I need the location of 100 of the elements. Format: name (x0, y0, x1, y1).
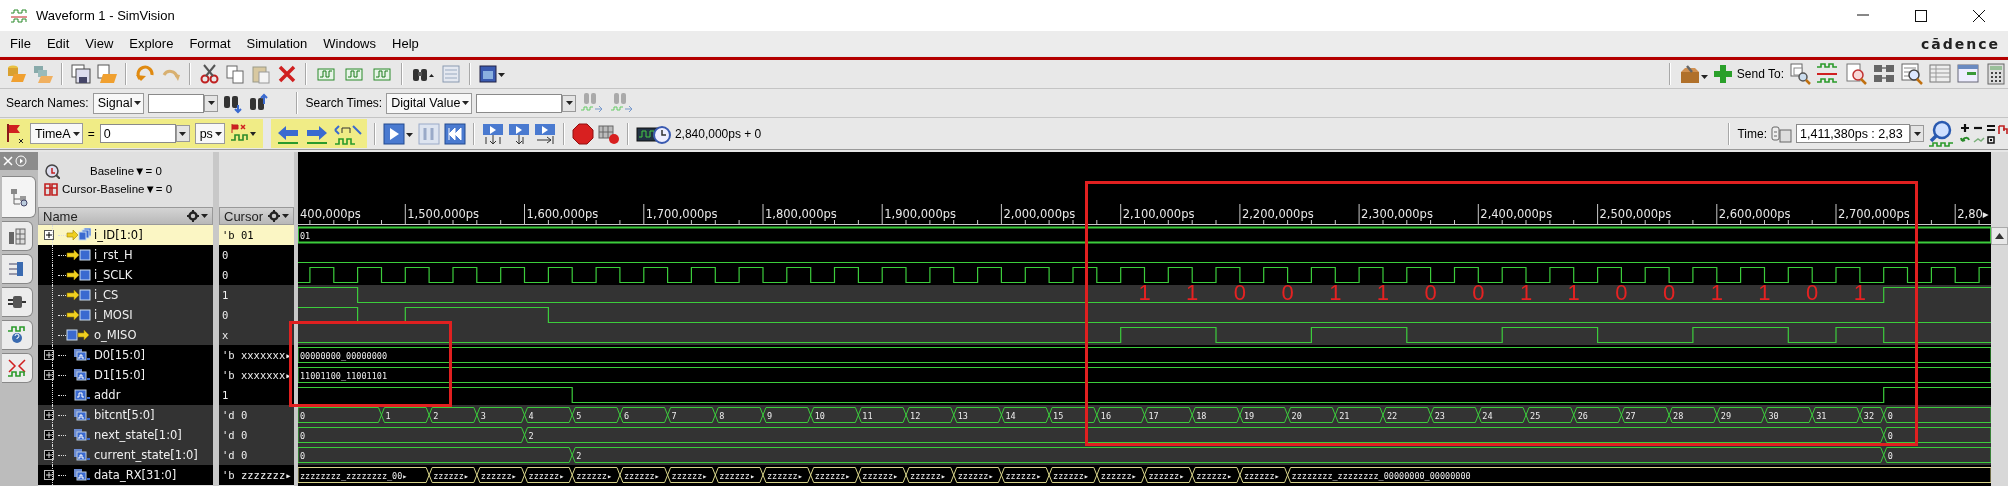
bus-value: 14 (1005, 410, 1016, 421)
menu-item[interactable]: Help (384, 36, 427, 51)
copy-icon[interactable] (224, 63, 246, 85)
gear-icon[interactable] (268, 210, 289, 222)
bus-value: zzzzzz▸ (623, 470, 660, 481)
signal-row[interactable]: current_state[1:0] (38, 445, 213, 465)
cursor-value: 'b 01 (221, 229, 254, 241)
annotation-digit: 0 (1615, 280, 1628, 306)
signal-name: D1[15:0] (94, 368, 145, 382)
menu-item[interactable]: Format (181, 36, 239, 51)
waveform-icon[interactable] (1816, 62, 1840, 86)
annotation-digit: 1 (1853, 280, 1866, 306)
signal-row[interactable]: i_SCLK (38, 265, 213, 285)
bus-value: 17 (1148, 410, 1159, 421)
caret-icon (565, 101, 573, 105)
delete-icon[interactable] (276, 63, 298, 85)
hierarchy-icon[interactable] (8, 187, 29, 207)
close-icon[interactable] (1972, 8, 1986, 23)
caret-icon (134, 101, 142, 105)
save-icon[interactable] (70, 63, 92, 85)
maximize-icon[interactable] (1914, 8, 1928, 23)
bus-value: 2 (433, 410, 439, 421)
menu-item[interactable]: Edit (38, 36, 78, 51)
menu-item[interactable]: File (2, 36, 39, 51)
document-magnifier-icon[interactable] (1788, 62, 1812, 86)
step-icon[interactable] (507, 122, 530, 145)
bus-value: 25 (1530, 410, 1541, 421)
signal-name: i_CS (94, 288, 119, 302)
column-header[interactable]: Name (38, 207, 213, 225)
signal-row[interactable]: D0[15:0] (38, 345, 213, 365)
signal-row[interactable]: i_rst_H (38, 245, 213, 265)
column-header[interactable]: Cursor (219, 207, 294, 225)
time-marker-dropdown[interactable]: TimeA (30, 123, 83, 144)
caret-icon (214, 131, 222, 136)
calculator-icon[interactable] (1984, 62, 2008, 86)
signal-row[interactable]: addr (38, 385, 213, 405)
time-label: 1,500,000ps (407, 207, 480, 221)
digital-value-dropdown[interactable]: Digital Value (386, 92, 473, 114)
dropdown-button[interactable] (204, 94, 219, 112)
signal-row[interactable]: next_state[1:0] (38, 425, 213, 445)
menu-item[interactable]: Windows (315, 36, 384, 51)
search-times-field[interactable] (476, 93, 563, 113)
menu-item[interactable]: Explore (121, 36, 182, 51)
bus-value: zzzzzz▸ (480, 470, 517, 481)
menu-item[interactable]: View (77, 36, 122, 51)
signal-row[interactable]: i_MOSI (38, 305, 213, 325)
input-port-icon (66, 268, 91, 282)
signal-row[interactable]: o_MISO (38, 325, 213, 345)
play-icon[interactable] (382, 122, 414, 145)
bus-value: 0 (1887, 450, 1893, 461)
annotation-digit: 0 (1662, 280, 1676, 306)
plus-icon[interactable] (1712, 63, 1733, 85)
time-range-field[interactable]: 1,411,380ps : 2,83 (1796, 124, 1910, 143)
dropdown-button[interactable] (562, 94, 577, 112)
link-icon[interactable] (1771, 123, 1792, 144)
search-names-field[interactable] (148, 93, 205, 113)
bus-value: 4 (528, 410, 534, 421)
zoom-icon[interactable] (1928, 119, 1956, 148)
time-unit-dropdown[interactable]: ps (194, 123, 225, 144)
annotation-digit: 1 (1710, 280, 1723, 306)
gear-icon[interactable] (187, 210, 208, 222)
column-title: Cursor (224, 208, 263, 224)
window-icon[interactable] (478, 63, 506, 85)
scissors-icon[interactable] (198, 63, 220, 85)
grid-icon[interactable] (7, 226, 27, 246)
signal-dropdown[interactable]: Signal (92, 92, 145, 114)
zoom-controls-icon[interactable] (1960, 122, 2008, 145)
baseline-label[interactable]: Baseline▼= 0 (90, 165, 162, 177)
signal-row[interactable]: i_CS (38, 285, 213, 305)
step-icon[interactable] (481, 122, 504, 145)
signal-row[interactable]: D1[15:0] (38, 365, 213, 385)
memory-search-icon[interactable] (1900, 62, 1924, 86)
cursor-value: 1 (221, 389, 229, 401)
document-search-icon[interactable] (1844, 62, 1868, 86)
stop-icon[interactable] (571, 122, 594, 145)
expand-icon[interactable] (45, 231, 53, 239)
wave-help-icon[interactable] (7, 325, 27, 345)
signal-row[interactable]: i_ID[1:0] (38, 225, 213, 245)
scrollbar[interactable] (1991, 152, 2008, 486)
bus-value: 15 (1053, 410, 1064, 421)
dropdown-button[interactable] (1910, 125, 1924, 142)
bus-value: zzzzzz▸ (671, 470, 708, 481)
wave-compare-icon[interactable] (7, 358, 27, 378)
cursor-baseline-label[interactable]: Cursor-Baseline▼= 0 (62, 183, 173, 195)
annotation-digit: 0 (1472, 280, 1485, 306)
stop-grid-icon[interactable] (597, 122, 620, 145)
play-circle-icon[interactable] (15, 155, 27, 167)
bus-value: 24 (1482, 410, 1493, 421)
rewind-icon[interactable] (443, 122, 466, 145)
magnifier-icon[interactable] (44, 163, 60, 179)
step-icon[interactable] (533, 122, 556, 145)
time-label: 400,000ps (300, 207, 361, 221)
time-value-field[interactable]: 0 (99, 124, 176, 143)
signal-row[interactable]: bitcnt[5:0] (38, 405, 213, 425)
column-title: Name (43, 208, 78, 224)
bus-value: 1 (385, 410, 391, 421)
menu-item[interactable]: Simulation (238, 36, 316, 51)
signal-row[interactable]: data_RX[31:0] (38, 465, 213, 485)
annotation-digit: 0 (1281, 280, 1294, 306)
scroll-up-icon[interactable] (1995, 233, 2004, 239)
